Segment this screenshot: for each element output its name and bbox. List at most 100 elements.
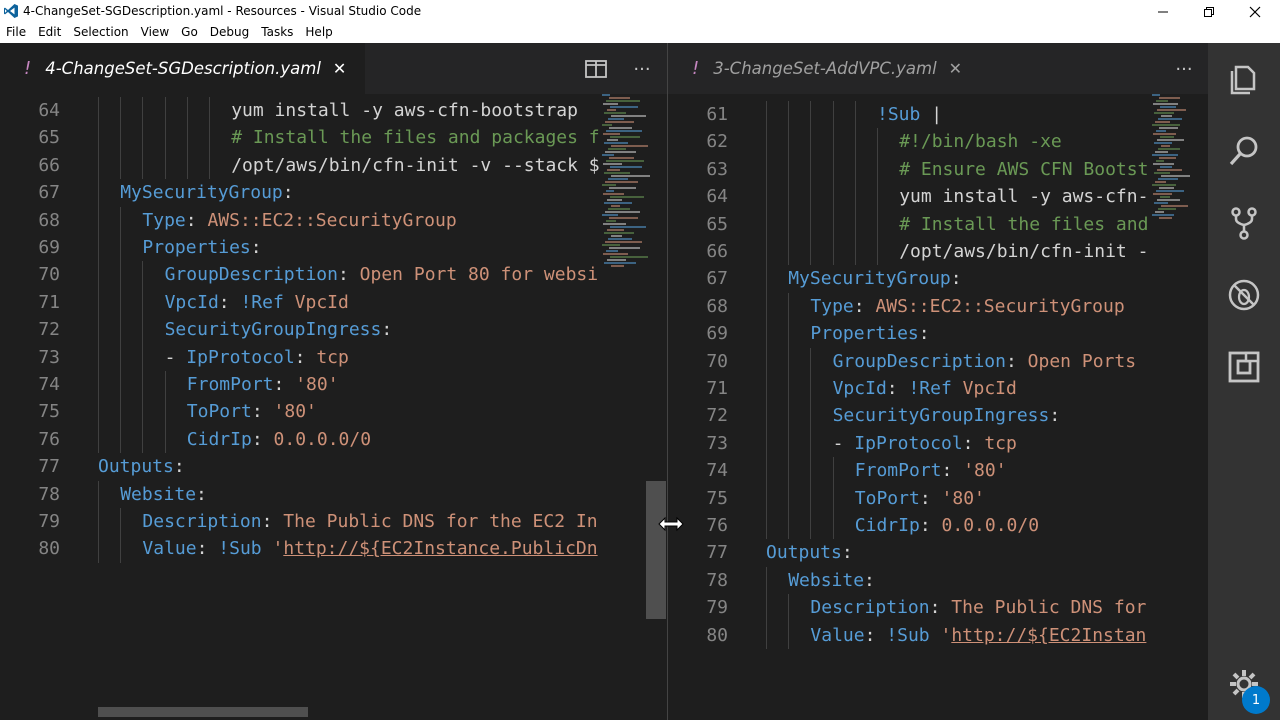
code-line[interactable]: 68 Type: AWS::EC2::SecurityGroup — [668, 292, 1153, 321]
token: VpcId — [832, 378, 887, 399]
code-line[interactable]: 65 # Install the files and packages f — [0, 124, 600, 152]
code-line[interactable]: 63 # Ensure AWS CFN Bootst — [668, 155, 1153, 184]
menu-edit[interactable]: Edit — [32, 23, 67, 43]
code-line[interactable]: 72 SecurityGroupIngress: — [668, 402, 1153, 430]
indent-guide — [854, 210, 856, 238]
menu-selection[interactable]: Selection — [67, 23, 134, 43]
indent-guide — [766, 265, 767, 293]
minimap-line — [1155, 211, 1164, 213]
code-line[interactable]: 70 GroupDescription: Open Port 80 for web… — [0, 261, 600, 289]
close-tab-icon[interactable]: ✕ — [333, 59, 346, 78]
token: | — [920, 104, 943, 125]
code-line[interactable]: 66/opt/aws/bin/cfn-init -v --stack $ — [0, 151, 600, 180]
code-line[interactable]: 80 Value: !Sub 'http://${EC2Instance.Publ… — [0, 535, 600, 563]
code-line[interactable]: 80 Value: !Sub 'http://${EC2Instan — [668, 621, 1153, 649]
code-line[interactable]: 67 MySecurityGroup: — [668, 265, 1153, 293]
indent-guide — [788, 183, 790, 211]
code-line[interactable]: 64 yum install -y aws-cfn-bootstrap — [0, 97, 600, 125]
minimize-button[interactable] — [1140, 0, 1186, 23]
code-line[interactable]: 76 CidrIp: 0.0.0.0/0 — [0, 425, 600, 454]
minimap-line — [606, 100, 640, 102]
code-line[interactable]: 65 # Install the files and — [668, 210, 1153, 238]
code-line[interactable]: 75 ToPort: '80' — [0, 398, 600, 426]
code-line[interactable]: 73 - IpProtocol: tcp — [668, 429, 1153, 458]
code-line[interactable]: 79 Description: The Public DNS for — [668, 594, 1153, 622]
minimap-line — [604, 202, 632, 204]
code-line[interactable]: 79 Description: The Public DNS for the EC… — [0, 508, 600, 536]
indent-guide — [98, 261, 99, 289]
menu-view[interactable]: View — [135, 23, 175, 43]
indent-guide — [788, 484, 790, 512]
code-line[interactable]: 67 MySecurityGroup: — [0, 179, 600, 207]
indent-guide — [832, 512, 834, 540]
code-text: Description: The Public DNS for the EC2 … — [142, 508, 597, 535]
token: FromPort — [186, 374, 274, 395]
minimap-line — [606, 160, 644, 162]
indent-guide — [810, 375, 812, 403]
minimap-line — [604, 142, 628, 144]
close-window-button[interactable] — [1232, 0, 1278, 23]
code-text: Description: The Public DNS for — [810, 594, 1146, 621]
token: The Public DNS for the EC2 In — [283, 511, 598, 532]
indent-guide — [877, 183, 878, 211]
code-line[interactable]: 71 VpcId: !Ref VpcId — [668, 375, 1153, 403]
code-line[interactable]: 75 ToPort: '80' — [668, 484, 1153, 512]
more-actions-button[interactable]: ··· — [1172, 57, 1196, 81]
explorer-icon[interactable] — [1226, 61, 1262, 97]
code-line[interactable]: 69 Properties: — [668, 320, 1153, 348]
code-line[interactable]: 64 yum install -y aws-cfn- — [668, 183, 1153, 211]
horizontal-scrollbar-left[interactable] — [98, 707, 308, 717]
minimap-line — [604, 172, 630, 174]
minimap-right[interactable] — [1152, 94, 1190, 224]
code-line[interactable]: 78 Website: — [0, 480, 600, 508]
menu-file[interactable]: File — [0, 23, 32, 43]
line-number: 78 — [706, 569, 728, 591]
debug-icon[interactable] — [1226, 277, 1262, 313]
line-number: 74 — [38, 374, 60, 395]
source-control-icon[interactable] — [1226, 205, 1262, 241]
more-actions-button[interactable]: ··· — [630, 57, 654, 81]
code-line[interactable]: 73 - IpProtocol: tcp — [0, 343, 600, 371]
search-icon[interactable] — [1226, 133, 1262, 169]
menu-help[interactable]: Help — [299, 23, 338, 43]
code-text: CidrIp: 0.0.0.0/0 — [187, 426, 371, 453]
tab-3-changeset-addvpc[interactable]: ! 3-ChangeSet-AddVPC.yaml ✕ — [668, 43, 978, 94]
code-line[interactable]: 71 VpcId: !Ref VpcId — [0, 288, 600, 317]
extensions-icon[interactable] — [1226, 349, 1262, 385]
line-number: 61 — [706, 104, 728, 125]
code-line[interactable]: 68 Type: AWS::EC2::SecurityGroup — [0, 206, 600, 234]
indent-guide — [854, 183, 856, 211]
code-line[interactable]: 62 #!/bin/bash -xe — [668, 128, 1153, 156]
split-editor-button[interactable] — [584, 57, 608, 81]
minimap-left[interactable] — [602, 94, 650, 274]
code-line[interactable]: 69 Properties: — [0, 234, 600, 262]
token: SecurityGroupIngress — [832, 405, 1050, 427]
close-tab-icon[interactable]: ✕ — [949, 59, 962, 78]
code-line[interactable]: 74 FromPort: '80' — [0, 371, 600, 399]
code-line[interactable]: 72 SecurityGroupIngress: — [0, 316, 600, 344]
minimap-line — [605, 121, 634, 123]
indent-guide — [832, 183, 834, 211]
minimap-line — [610, 256, 648, 258]
menu-debug[interactable]: Debug — [204, 23, 255, 43]
code-line[interactable]: 70 GroupDescription: Open Ports — [668, 347, 1153, 375]
code-line[interactable]: 76 CidrIp: 0.0.0.0/0 — [668, 512, 1153, 540]
vertical-scrollbar-left[interactable] — [646, 481, 666, 619]
code-line[interactable]: 78 Website: — [668, 566, 1153, 595]
tab-4-changeset-sgdescription[interactable]: ! 4-ChangeSet-SGDescription.yaml ✕ — [0, 43, 365, 94]
token: http://${EC2Instan — [951, 624, 1147, 646]
menu-go[interactable]: Go — [175, 23, 204, 43]
code-line[interactable]: 77 Outputs: — [0, 453, 600, 480]
code-line[interactable]: 74 FromPort: '80' — [668, 457, 1153, 485]
restore-button[interactable] — [1186, 0, 1232, 23]
code-line[interactable]: 77 Outputs: — [668, 539, 1153, 566]
indent-guide — [142, 398, 144, 426]
code-line[interactable]: 66/opt/aws/bin/cfn-init - — [668, 238, 1153, 266]
token: : — [941, 460, 964, 482]
menu-tasks[interactable]: Tasks — [255, 23, 299, 43]
minimap-line — [610, 196, 644, 198]
minimap-line — [608, 118, 624, 120]
minimap-line — [602, 154, 614, 156]
line-number: 68 — [706, 295, 728, 317]
code-line[interactable]: 61 !Sub | — [668, 101, 1153, 129]
